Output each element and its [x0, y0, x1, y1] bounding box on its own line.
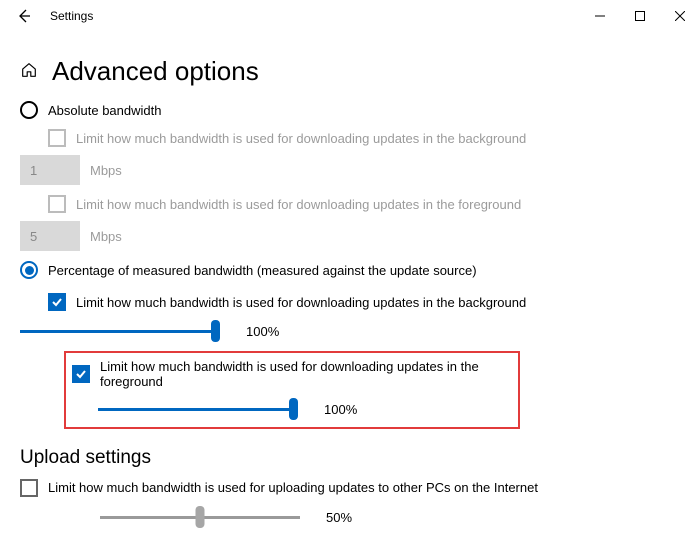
checkbox-upload-limit[interactable] [20, 479, 38, 497]
checkbox-abs-bg-label: Limit how much bandwidth is used for dow… [76, 131, 526, 146]
input-abs-fg-value [20, 221, 80, 251]
window-title: Settings [50, 9, 93, 23]
unit-abs-fg: Mbps [90, 229, 122, 244]
page-title: Advanced options [52, 56, 259, 87]
radio-percentage-label: Percentage of measured bandwidth (measur… [48, 263, 477, 278]
checkbox-pct-background[interactable] [48, 293, 66, 311]
slider-upload-value: 50% [326, 510, 352, 525]
slider-pct-bg-value: 100% [246, 324, 279, 339]
minimize-button[interactable] [580, 0, 620, 32]
home-icon[interactable] [20, 61, 38, 82]
input-abs-bg-value [20, 155, 80, 185]
checkbox-abs-foreground [48, 195, 66, 213]
checkbox-pct-foreground[interactable] [72, 365, 90, 383]
back-button[interactable] [10, 2, 38, 30]
checkbox-upload-label: Limit how much bandwidth is used for upl… [48, 479, 538, 497]
close-button[interactable] [660, 0, 700, 32]
unit-abs-bg: Mbps [90, 163, 122, 178]
radio-percentage-bandwidth[interactable] [20, 261, 38, 279]
slider-pct-background[interactable] [20, 321, 220, 341]
upload-section-title: Upload settings [20, 447, 680, 469]
maximize-button[interactable] [620, 0, 660, 32]
slider-pct-fg-value: 100% [324, 402, 357, 417]
highlighted-region: Limit how much bandwidth is used for dow… [64, 351, 520, 429]
checkbox-abs-background [48, 129, 66, 147]
radio-absolute-bandwidth[interactable] [20, 101, 38, 119]
slider-pct-foreground[interactable] [98, 399, 298, 419]
slider-upload[interactable] [100, 507, 300, 527]
checkbox-abs-fg-label: Limit how much bandwidth is used for dow… [76, 197, 521, 212]
radio-absolute-label: Absolute bandwidth [48, 103, 161, 118]
checkbox-pct-fg-label: Limit how much bandwidth is used for dow… [100, 359, 510, 389]
checkbox-pct-bg-label: Limit how much bandwidth is used for dow… [76, 295, 526, 310]
